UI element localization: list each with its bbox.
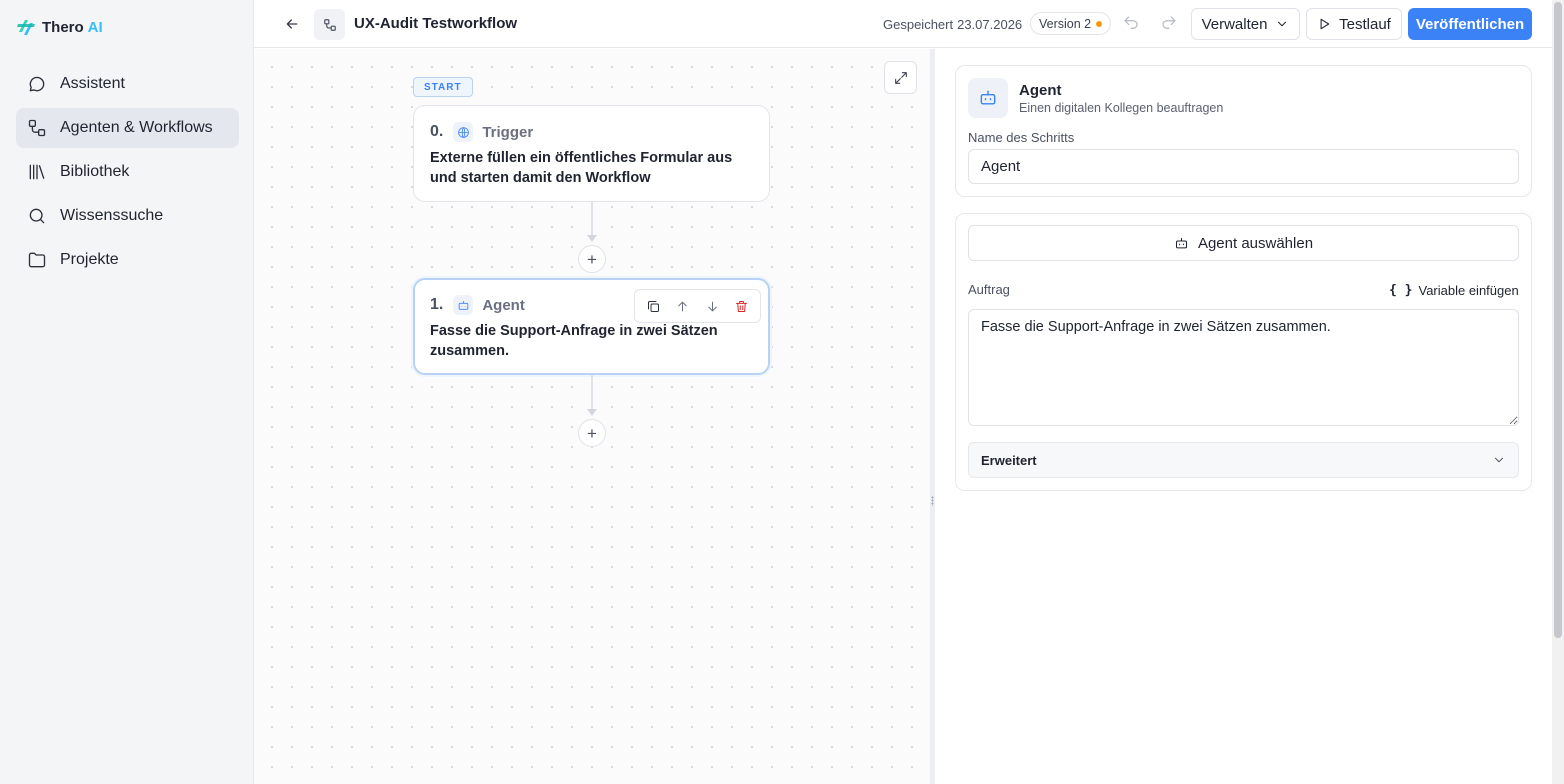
move-up-button[interactable] bbox=[671, 294, 695, 318]
publish-button[interactable]: Veröffentlichen bbox=[1408, 8, 1532, 40]
logo-icon bbox=[17, 20, 35, 35]
robot-icon bbox=[453, 295, 474, 315]
unsaved-changes-dot bbox=[1096, 20, 1103, 27]
step-name-input[interactable] bbox=[968, 149, 1519, 184]
undo-icon bbox=[1124, 16, 1138, 29]
panel-title: Agent bbox=[1019, 82, 1062, 99]
workflow-icon bbox=[27, 118, 47, 138]
top-bar: UX-Audit Testworkflow Gespeichert 23.07.2… bbox=[254, 0, 1552, 48]
node-kind: Trigger bbox=[482, 123, 534, 141]
duplicate-button[interactable] bbox=[642, 294, 666, 318]
node-description: Fasse die Support-Anfrage in zwei Sätzen… bbox=[430, 323, 718, 359]
insert-variable-button[interactable]: { } Variable einfügen bbox=[1389, 283, 1519, 298]
chevron-down-icon bbox=[1495, 457, 1503, 463]
sidebar-item-label: Projekte bbox=[60, 251, 119, 268]
sidebar-nav: Assistent Agenten & Workflows Bibliothek… bbox=[16, 64, 239, 284]
advanced-label: Erweitert bbox=[981, 452, 1037, 468]
saved-date: 23.07.2026 bbox=[957, 17, 1023, 32]
panel-subtitle: Einen digitalen Kollegen beauftragen bbox=[1019, 101, 1224, 115]
arrow-down-icon bbox=[707, 301, 717, 311]
expand-icon bbox=[894, 71, 907, 84]
version-label: Version 2 bbox=[1039, 16, 1092, 31]
workflow-title[interactable]: UX-Audit Testworkflow bbox=[354, 15, 517, 32]
task-textarea[interactable]: Fasse die Support-Anfrage in zwei Sätzen… bbox=[968, 309, 1519, 426]
connector-line bbox=[591, 202, 593, 239]
play-icon bbox=[1320, 18, 1330, 30]
page-scrollbar[interactable] bbox=[1552, 0, 1564, 784]
expand-canvas-button[interactable] bbox=[884, 61, 917, 94]
chevron-down-icon bbox=[1278, 21, 1287, 27]
arrow-up-icon bbox=[678, 301, 688, 311]
save-status: Gespeichert 23.07.2026 bbox=[883, 17, 1022, 32]
trash-icon bbox=[735, 300, 747, 312]
brand-name: Thero bbox=[42, 18, 84, 36]
folder-icon bbox=[27, 250, 47, 270]
version-badge[interactable]: Version 2 bbox=[1030, 12, 1112, 35]
node-toolbar bbox=[634, 289, 761, 323]
add-step-button[interactable]: + bbox=[578, 245, 606, 273]
sidebar-item-assistent[interactable]: Assistent bbox=[16, 64, 239, 104]
sidebar-item-label: Assistent bbox=[60, 75, 125, 92]
robot-icon bbox=[1175, 237, 1187, 248]
sidebar-item-label: Wissenssuche bbox=[60, 207, 164, 224]
step-header-card: Agent Einen digitalen Kollegen beauftrag… bbox=[955, 65, 1532, 197]
arrow-left-icon bbox=[286, 19, 298, 29]
sidebar: Thero AI Assistent Agenten & Workflows Bi… bbox=[0, 0, 254, 784]
sidebar-item-projekte[interactable]: Projekte bbox=[16, 240, 239, 280]
sidebar-item-wissenssuche[interactable]: Wissenssuche bbox=[16, 196, 239, 236]
sidebar-item-label: Agenten & Workflows bbox=[60, 119, 213, 136]
saved-label: Gespeichert bbox=[883, 17, 954, 32]
choose-agent-button[interactable]: Agent auswählen bbox=[968, 225, 1519, 261]
workflow-canvas[interactable]: START 0. Trigger Externe füllen ein öffe… bbox=[254, 49, 930, 784]
insert-variable-label: Variable einfügen bbox=[1418, 283, 1519, 298]
sidebar-item-agenten-workflows[interactable]: Agenten & Workflows bbox=[16, 108, 239, 148]
node-description: Externe füllen ein öffentliches Formular… bbox=[430, 150, 733, 186]
task-label: Auftrag bbox=[968, 282, 1010, 297]
sidebar-item-label: Bibliothek bbox=[60, 163, 130, 180]
workflow-icon bbox=[323, 18, 336, 31]
manage-button[interactable]: Verwalten bbox=[1191, 8, 1300, 40]
back-button[interactable] bbox=[280, 12, 304, 36]
connector-arrow bbox=[587, 235, 597, 242]
step-properties-panel: Agent Einen digitalen Kollegen beauftrag… bbox=[935, 49, 1552, 784]
node-number: 1. bbox=[430, 296, 444, 313]
app-logo[interactable]: Thero AI bbox=[16, 16, 103, 38]
test-run-button[interactable]: Testlauf bbox=[1306, 8, 1402, 40]
robot-icon bbox=[968, 78, 1008, 118]
copy-icon bbox=[648, 300, 660, 312]
choose-agent-label: Agent auswählen bbox=[1197, 234, 1314, 252]
grip-icon bbox=[931, 496, 934, 506]
advanced-section-toggle[interactable]: Erweitert bbox=[968, 442, 1519, 478]
redo-button[interactable] bbox=[1160, 14, 1180, 34]
chat-bubble-icon bbox=[27, 74, 47, 94]
node-kind: Agent bbox=[482, 296, 525, 314]
connector-line bbox=[591, 375, 593, 413]
step-name-label: Name des Schritts bbox=[968, 130, 1075, 145]
library-icon bbox=[27, 162, 47, 182]
test-run-label: Testlauf bbox=[1339, 15, 1391, 33]
manage-label: Verwalten bbox=[1201, 15, 1268, 33]
move-down-button[interactable] bbox=[700, 294, 724, 318]
connector-arrow bbox=[587, 409, 597, 416]
workflow-type-icon bbox=[314, 9, 345, 40]
globe-icon bbox=[453, 122, 474, 142]
trigger-node[interactable]: 0. Trigger Externe füllen ein öffentlich… bbox=[413, 105, 770, 202]
step-config-card: Agent auswählen Auftrag { } Variable ein… bbox=[955, 213, 1532, 491]
delete-button[interactable] bbox=[729, 294, 753, 318]
start-badge: START bbox=[413, 77, 473, 97]
sidebar-item-bibliothek[interactable]: Bibliothek bbox=[16, 152, 239, 192]
node-number: 0. bbox=[430, 123, 444, 140]
add-step-button[interactable]: + bbox=[578, 419, 606, 447]
scrollbar-thumb[interactable] bbox=[1554, 2, 1562, 638]
search-icon bbox=[27, 206, 47, 226]
agent-node[interactable]: 1. Agent Fasse die Support-Anfrage in zw… bbox=[413, 278, 770, 375]
brand-suffix: AI bbox=[87, 18, 103, 36]
undo-button[interactable] bbox=[1122, 14, 1142, 34]
braces-icon: { } bbox=[1389, 283, 1413, 298]
redo-icon bbox=[1162, 16, 1176, 29]
